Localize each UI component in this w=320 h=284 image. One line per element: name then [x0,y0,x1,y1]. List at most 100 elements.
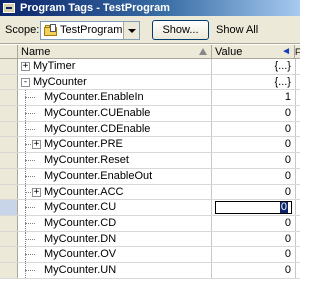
tag-name-label: MyCounter [33,75,87,88]
tag-value-cell[interactable]: 0 [212,122,295,137]
tag-value-cell[interactable]: 1 [212,90,295,105]
value-edit-field[interactable]: 0 [215,201,292,215]
row-selector[interactable] [0,262,18,278]
row-selector-header[interactable] [0,45,18,59]
tag-name-cell[interactable]: + MyCounter.ACC [18,184,212,200]
tag-value-text: 0 [284,232,291,245]
row-selector[interactable] [0,184,18,200]
table-row[interactable]: MyCounter.CDEnable 0 [0,121,300,138]
window-titlebar: Program Tags - TestProgram [0,0,300,16]
tag-name-cell[interactable]: MyCounter.OV [18,247,212,262]
tag-value-cell[interactable]: 0 [212,263,295,278]
row-selector[interactable] [0,74,18,90]
row-selector[interactable] [0,231,18,247]
chevron-down-icon[interactable] [123,22,139,39]
column-header-value-label: Value [215,46,243,58]
tag-value-text: 0 [284,216,291,229]
tag-name-cell[interactable]: MyCounter.CU [18,200,212,215]
arrow-left-icon: ◄ [281,46,291,57]
row-selector[interactable] [0,168,18,184]
tag-name-cell[interactable]: MyCounter.EnableIn [18,90,212,106]
tag-name-label: MyCounter.OV [44,248,117,261]
column-header-name-label: Name [21,46,51,58]
tag-value-cell[interactable]: {...} [212,75,295,90]
tag-value-cell[interactable]: 0 [212,137,295,152]
table-row[interactable]: MyCounter.DN 0 [0,231,300,248]
table-header: Name Value ◄ F [0,45,301,59]
tag-value-cell[interactable]: 0 [212,185,295,200]
show-button[interactable]: Show... [152,20,209,40]
extra-cell [295,231,300,247]
table-row[interactable]: MyCounter.Reset 0 [0,153,300,169]
table-row[interactable]: MyCounter.OV 0 [0,247,300,263]
tag-value-cell[interactable]: 0 [212,106,295,121]
tag-name-label: MyCounter.ACC [44,185,124,198]
table-row[interactable]: MyCounter.CU 0 [0,200,300,216]
expand-icon[interactable]: + [21,62,30,71]
toolbar: Scope: TestProgram Show... Show All [0,16,300,44]
extra-cell [295,200,300,215]
expand-icon[interactable]: + [32,140,41,150]
row-selector[interactable] [0,59,18,74]
tag-name-cell[interactable]: - MyCounter [18,74,212,90]
table-row[interactable]: MyCounter.CUEnable 0 [0,106,300,122]
tag-name-cell[interactable]: MyCounter.Reset [18,153,212,168]
row-selector[interactable] [0,153,18,168]
row-selector[interactable] [0,106,18,121]
tag-value-cell[interactable]: 0 [212,216,295,231]
tag-value-text: 0 [284,169,291,182]
tag-value-cell[interactable]: 0 [212,153,295,168]
row-selector[interactable] [0,200,18,215]
row-selector[interactable] [0,247,18,262]
table-row[interactable]: + MyCounter.ACC 0 [0,184,300,201]
row-selector[interactable] [0,121,18,137]
tag-name-cell[interactable]: + MyCounter.PRE [18,137,212,153]
tag-name-cell[interactable]: MyCounter.DN [18,231,212,247]
table-row[interactable]: MyCounter.EnableOut 0 [0,168,300,185]
table-row[interactable]: + MyCounter.PRE 0 [0,137,300,154]
column-header-name[interactable]: Name [18,45,212,59]
table-row[interactable]: - MyCounter {...} [0,74,300,91]
tag-name-cell[interactable]: + MyTimer [18,59,212,74]
collapse-icon[interactable]: - [21,77,30,87]
tag-name-label: MyCounter.CU [44,201,117,214]
row-selector[interactable] [0,137,18,153]
row-selector[interactable] [0,215,18,231]
tag-value-cell[interactable]: 0 [212,200,295,215]
extra-cell [295,215,300,231]
column-header-extra[interactable]: F [295,45,301,59]
tag-value-text: 0 [284,122,291,135]
extra-cell [295,121,300,137]
table-row[interactable]: MyCounter.UN 0 [0,262,300,279]
tag-value-text: 0 [284,138,291,151]
tag-name-label: MyCounter.DN [44,232,117,245]
scope-label: Scope: [5,24,40,36]
expand-icon[interactable]: + [32,187,41,197]
row-selector[interactable] [0,90,18,106]
tag-value-cell[interactable]: 0 [212,169,295,184]
table-row[interactable]: + MyTimer {...} [0,59,300,75]
column-header-value[interactable]: Value ◄ [212,45,295,59]
tag-name-cell[interactable]: MyCounter.EnableOut [18,168,212,184]
tag-name-cell[interactable]: MyCounter.CUEnable [18,106,212,121]
sort-ascending-icon [199,48,207,55]
tag-value-text: 0 [279,201,288,214]
tag-name-cell[interactable]: MyCounter.CDEnable [18,121,212,137]
tag-name-cell[interactable]: MyCounter.UN [18,262,212,278]
tag-value-text: {...} [274,75,291,88]
tag-value-cell[interactable]: 0 [212,232,295,247]
tag-name-label: MyTimer [33,60,76,72]
extra-cell [295,90,300,106]
tag-value-cell[interactable]: 0 [212,247,295,262]
table-row[interactable]: MyCounter.CD 0 [0,215,300,232]
tag-value-cell[interactable]: {...} [212,59,295,74]
extra-cell [295,74,300,90]
table-row[interactable]: MyCounter.EnableIn 1 [0,90,300,107]
program-folder-icon [44,24,57,36]
tag-name-cell[interactable]: MyCounter.CD [18,215,212,231]
scope-dropdown[interactable]: TestProgram [40,21,140,40]
tag-name-label: MyCounter.CUEnable [44,107,151,120]
show-filter-text: Show All [216,24,259,36]
extra-cell [295,247,300,262]
tag-value-text: 0 [284,185,291,198]
